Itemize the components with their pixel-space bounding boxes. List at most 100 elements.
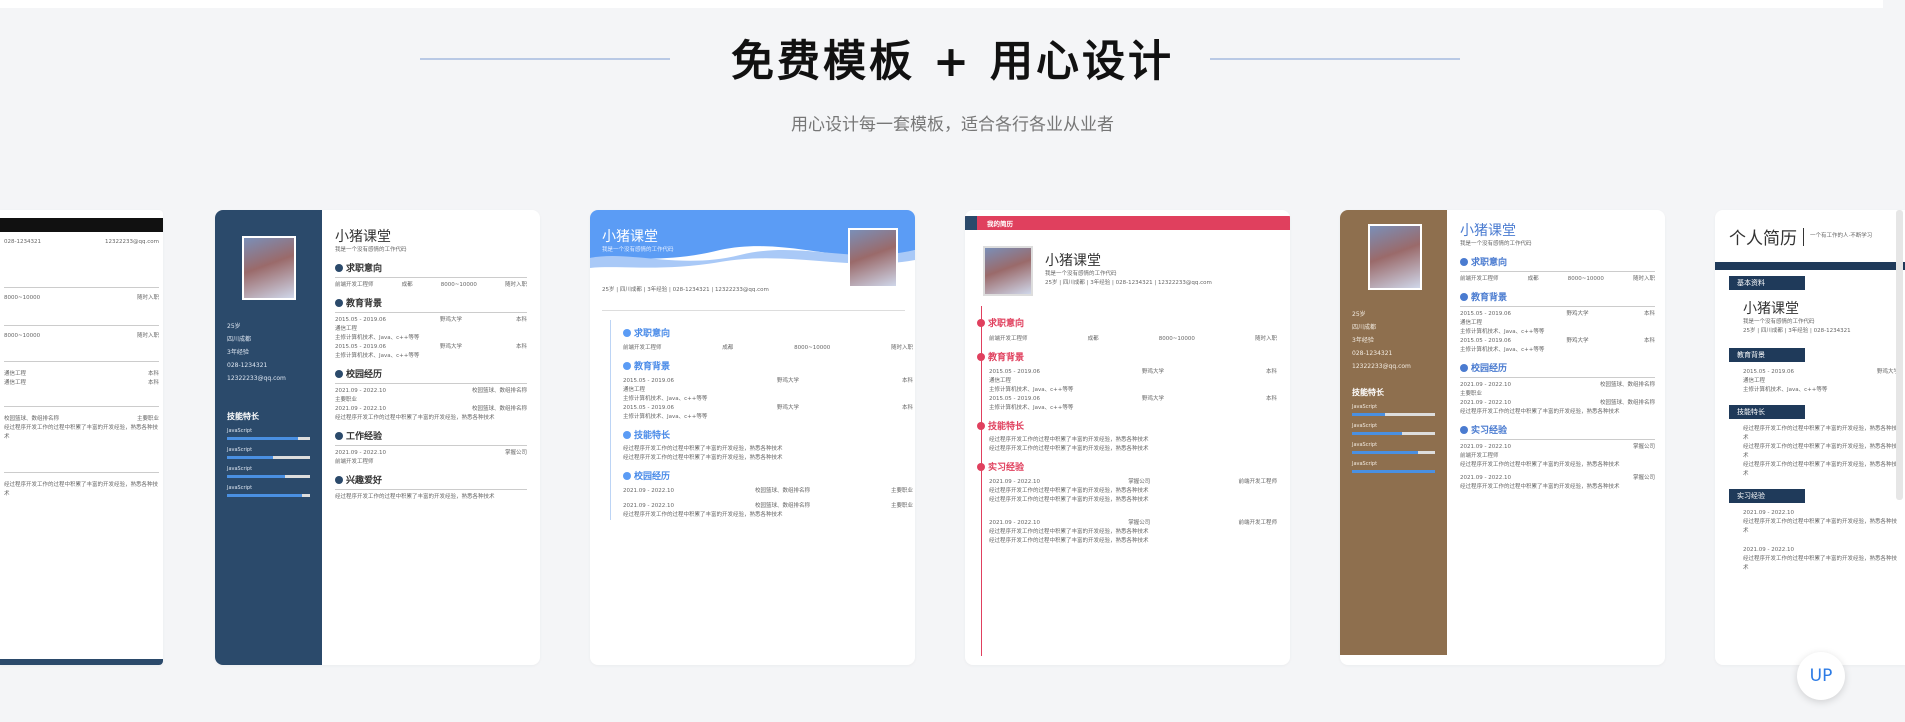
age-text: 25岁 xyxy=(1743,328,1756,334)
course-text: 主修计算机技术、Java、c++等等 xyxy=(989,405,1074,411)
school-text: 野鸡大学 xyxy=(1141,369,1164,375)
skill-label: JavaScript xyxy=(1352,423,1378,429)
skill-label: JavaScript xyxy=(227,447,253,453)
major-text: 通信工程 xyxy=(1743,378,1766,384)
exp-text: 3年经验 xyxy=(1788,328,1809,334)
salary-text: 8000~10000 xyxy=(440,282,477,288)
desc-text: 经过程序开发工作的过程中积累了丰富的开发经验，熟悉各种技术 xyxy=(989,538,1149,544)
intern-heading: 实习经验 xyxy=(1729,489,1805,503)
role-text: 主要职业 xyxy=(890,488,913,494)
date-text: 2015.05 - 2019.06 xyxy=(989,369,1040,375)
age-text: 25岁 xyxy=(1352,311,1366,318)
desc-text: 经过程序开发工作的过程中积累了丰富的开发经验，熟悉各种技术 xyxy=(1743,444,1898,459)
degree-text: 本科 xyxy=(1265,396,1277,402)
course-text: 主修计算机技术、Java、c++等等 xyxy=(1460,329,1545,335)
city-text: 成都 xyxy=(1087,336,1099,342)
date-text: 2021.09 - 2022.10 xyxy=(1460,475,1511,481)
school-text: 野鸡大学 xyxy=(1566,311,1589,317)
intent-heading: 求职意向 xyxy=(346,264,383,274)
school-text: 野鸡大学 xyxy=(1566,338,1589,344)
org-text: 校园篮球、数组排名称 xyxy=(471,406,527,412)
desc-text: 经过程序开发工作的过程中积累了丰富的开发经验，熟悉各种技术 xyxy=(989,437,1149,443)
template-card-6[interactable]: 个人简历 一个有工作的人·不断学习 基本资料 小猪课堂 我是一个没有感情的工作代… xyxy=(1715,210,1905,665)
role-text: 前端开发工程师 xyxy=(1460,453,1499,459)
company-text: 掌握公司 xyxy=(1128,479,1151,485)
course-text: 主修计算机技术、Java、c++等等 xyxy=(623,396,708,402)
major-text: 通信工程 xyxy=(4,380,27,386)
template-card-3[interactable]: 小猪课堂 我是一个没有感情的工作代码 25岁 | 四川成都 | 3年经验 | 0… xyxy=(590,210,915,665)
edu-heading: 教育背景 xyxy=(988,353,1025,363)
company-text: 掌握公司 xyxy=(1128,520,1151,526)
school-text: 野鸡大学 xyxy=(776,378,799,384)
desc-text: 经过程序开发工作的过程中积累了丰富的开发经验，熟悉各种技术 xyxy=(1460,484,1620,490)
date-text: 2021.09 - 2022.10 xyxy=(1460,444,1511,450)
intern-heading: 实习经验 xyxy=(1471,426,1508,436)
skills-heading: 技能特长 xyxy=(227,412,259,421)
avatar xyxy=(848,228,898,288)
salary-text: 8000~10000 xyxy=(1567,276,1604,282)
job-text: 前端开发工程师 xyxy=(335,282,374,288)
campus-heading: 校园经历 xyxy=(634,472,671,482)
course-text: 主修计算机技术、Java、c++等等 xyxy=(335,335,420,341)
time-text: 随时入职 xyxy=(890,345,913,351)
skill-label: JavaScript xyxy=(1352,461,1378,467)
age-text: 25岁 xyxy=(227,323,241,330)
campus-heading: 校园经历 xyxy=(1471,364,1508,374)
role-text: 前端开发工程师 xyxy=(1238,479,1277,485)
resume-name: 小猪课堂 xyxy=(335,229,391,245)
school-text: 野鸡大学 xyxy=(776,405,799,411)
desc-text: 经过程序开发工作的过程中积累了丰富的开发经验，熟悉各种技术 xyxy=(1460,462,1620,468)
date-text: 2015.05 - 2019.06 xyxy=(1743,369,1794,375)
hobby-heading: 兴趣爱好 xyxy=(346,476,383,486)
skills-heading: 技能特长 xyxy=(1729,405,1805,419)
role-text: 主要职业 xyxy=(890,503,913,509)
time-text: 随时入职 xyxy=(504,282,527,288)
campus-heading: 校园经历 xyxy=(346,370,383,380)
template-card-2[interactable]: 25岁 四川成都 3年经验 028-1234321 12322233@qq.co… xyxy=(215,210,540,665)
date-text: 2015.05 - 2019.06 xyxy=(335,344,386,350)
major-text: 通信工程 xyxy=(623,387,646,393)
city-text: 成都 xyxy=(1527,276,1539,282)
template-card-4[interactable]: 我的简历 小猪课堂 我是一个没有感情的工作代码 25岁 | 四川成都 | 3年经… xyxy=(965,210,1290,665)
desc-text: 经过程序开发工作的过程中积累了丰富的开发经验，熟悉各种技术 xyxy=(1743,462,1898,477)
date-text: 2021.09 - 2022.10 xyxy=(1460,400,1511,406)
salary-text: 8000~10000 xyxy=(4,333,41,339)
desc-text: 经过程序开发工作的过程中积累了丰富的开发经验，熟悉各种技术 xyxy=(623,446,783,452)
role-text: 主要职业 xyxy=(136,416,159,422)
date-text: 2021.09 - 2022.10 xyxy=(335,406,386,412)
date-text: 2021.09 - 2022.10 xyxy=(335,388,386,394)
org-text: 校园篮球、数组排名称 xyxy=(1599,400,1655,406)
date-text: 2015.05 - 2019.06 xyxy=(623,405,674,411)
degree-text: 本科 xyxy=(515,317,527,323)
scrollbar[interactable] xyxy=(1896,210,1903,500)
hero-right-rule xyxy=(1210,58,1460,60)
card-header-bar: 我的简历 xyxy=(965,216,1290,230)
date-text: 2021.09 - 2022.10 xyxy=(1743,547,1794,553)
email-text: 12322233@qq.com xyxy=(227,375,286,382)
degree-text: 本科 xyxy=(901,405,913,411)
salary-text: 8000~10000 xyxy=(1158,336,1195,342)
template-card-1[interactable]: 028-1234321 12322233@qq.com 8000~10000 随时入… xyxy=(0,210,163,665)
degree-text: 本科 xyxy=(147,380,159,386)
phone-text: 028-1234321 xyxy=(1813,328,1851,334)
intent-heading: 求职意向 xyxy=(634,329,671,339)
desc-text: 经过程序开发工作的过程中积累了丰富的开发经验，熟悉各种技术 xyxy=(623,455,783,461)
date-text: 2021.09 - 2022.10 xyxy=(623,488,674,494)
work-heading: 工作经验 xyxy=(346,432,383,442)
tagline-text: 我是一个没有感情的工作代码 xyxy=(335,247,407,253)
job-text: 前端开发工程师 xyxy=(989,336,1028,342)
tagline-text: 我是一个没有感情的工作代码 xyxy=(1045,271,1117,277)
city-text: 四川成都 xyxy=(227,336,252,343)
intent-heading: 求职意向 xyxy=(1471,258,1508,268)
desc-text: 经过程序开发工作的过程中积累了丰富的开发经验，熟悉各种技术 xyxy=(1743,519,1898,534)
template-card-5[interactable]: 25岁 四川成都 3年经验 028-1234321 12322233@qq.co… xyxy=(1340,210,1665,665)
skill-label: JavaScript xyxy=(1352,442,1378,448)
skill-label: JavaScript xyxy=(227,485,253,491)
major-text: 通信工程 xyxy=(335,326,358,332)
date-text: 2021.09 - 2022.10 xyxy=(335,450,386,456)
time-text: 随时入职 xyxy=(136,295,159,301)
age-text: 25岁 xyxy=(602,287,615,293)
skills-heading: 技能特长 xyxy=(988,422,1025,432)
company-text: 掌握公司 xyxy=(1632,444,1655,450)
back-to-top-button[interactable]: UP xyxy=(1797,652,1845,700)
